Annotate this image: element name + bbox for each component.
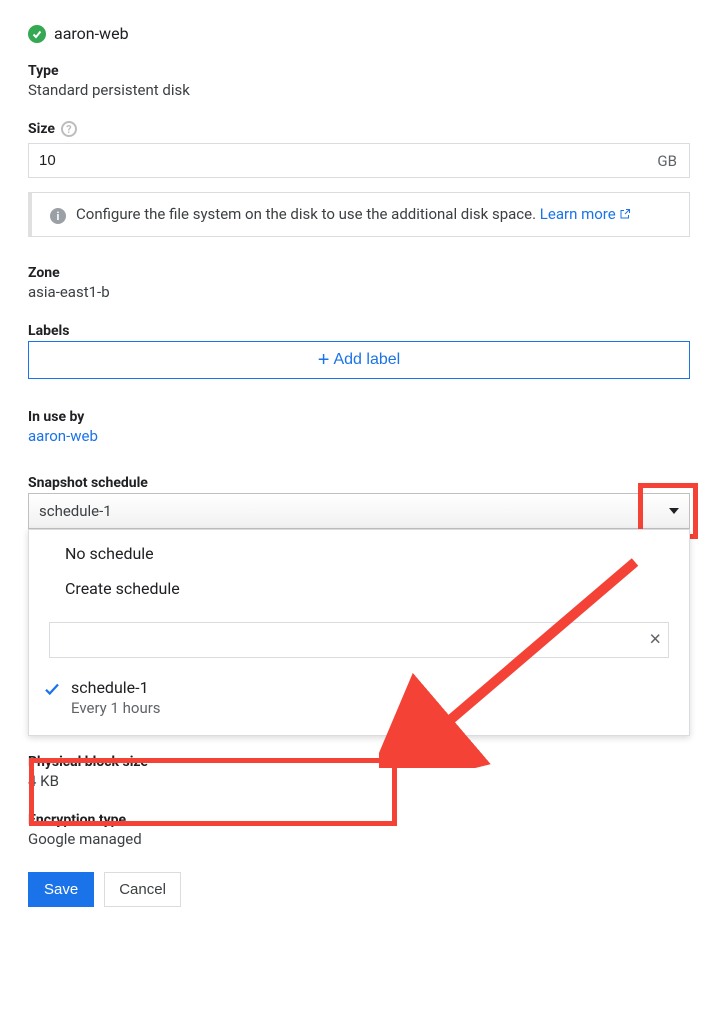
schedule-dropdown: No schedule Create schedule × schedule-1… <box>28 529 690 736</box>
encryption-value: Google managed <box>28 830 690 848</box>
size-label: Size <box>28 121 55 137</box>
clear-filter-button[interactable]: × <box>649 629 661 652</box>
check-icon <box>43 680 61 698</box>
schedule-filter-wrap: × <box>49 622 669 658</box>
phys-block-label: Physical block size <box>28 754 690 770</box>
size-input-wrap: GB <box>28 143 690 178</box>
chevron-down-icon <box>669 508 679 514</box>
schedule-select-wrap: schedule-1 No schedule Create schedule ×… <box>28 493 690 736</box>
schedule-option-name: schedule-1 <box>71 678 161 697</box>
in-use-link[interactable]: aaron-web <box>28 427 98 445</box>
external-link-icon <box>619 208 631 220</box>
info-text: Configure the file system on the disk to… <box>76 205 540 223</box>
encryption-section: Encryption type Google managed <box>28 812 690 848</box>
save-button[interactable]: Save <box>28 872 94 907</box>
buttons-row: Save Cancel <box>28 872 690 907</box>
schedule-selected-text: schedule-1 <box>39 502 112 520</box>
schedule-option-none[interactable]: No schedule <box>29 530 689 571</box>
schedule-select[interactable]: schedule-1 <box>28 493 690 529</box>
help-icon[interactable]: ? <box>61 121 77 137</box>
schedule-filter-input[interactable] <box>49 622 669 658</box>
size-unit: GB <box>645 152 689 170</box>
size-header: Size ? <box>28 121 690 137</box>
zone-label: Zone <box>28 265 690 281</box>
size-input[interactable] <box>29 144 645 177</box>
zone-section: Zone asia-east1-b <box>28 265 690 301</box>
type-value: Standard persistent disk <box>28 81 690 99</box>
schedule-label: Snapshot schedule <box>28 475 690 491</box>
schedule-option-schedule-1[interactable]: schedule-1 Every 1 hours <box>29 668 689 727</box>
add-label-text: Add label <box>333 351 400 369</box>
type-label: Type <box>28 63 690 79</box>
info-box: i Configure the file system on the disk … <box>28 192 690 237</box>
disk-name: aaron-web <box>54 24 129 43</box>
info-icon: i <box>50 208 66 224</box>
schedule-option-sub: Every 1 hours <box>71 699 161 717</box>
info-text-wrap: Configure the file system on the disk to… <box>76 205 631 224</box>
zone-value: asia-east1-b <box>28 283 690 301</box>
encryption-label: Encryption type <box>28 812 690 828</box>
status-icon <box>28 25 46 43</box>
add-label-button[interactable]: + Add label <box>28 341 690 379</box>
plus-icon: + <box>318 350 330 370</box>
cancel-button[interactable]: Cancel <box>104 872 181 907</box>
phys-block-section: Physical block size 4 KB <box>28 754 690 790</box>
learn-more-link[interactable]: Learn more <box>540 205 632 223</box>
schedule-option-create[interactable]: Create schedule <box>29 571 689 606</box>
phys-block-value: 4 KB <box>28 772 690 790</box>
close-icon: × <box>649 629 661 651</box>
in-use-label: In use by <box>28 409 690 425</box>
schedule-option-body: schedule-1 Every 1 hours <box>71 678 161 717</box>
learn-more-text: Learn more <box>540 205 616 223</box>
type-section: Type Standard persistent disk <box>28 63 690 99</box>
disk-header: aaron-web <box>28 24 690 43</box>
labels-label: Labels <box>28 323 690 339</box>
